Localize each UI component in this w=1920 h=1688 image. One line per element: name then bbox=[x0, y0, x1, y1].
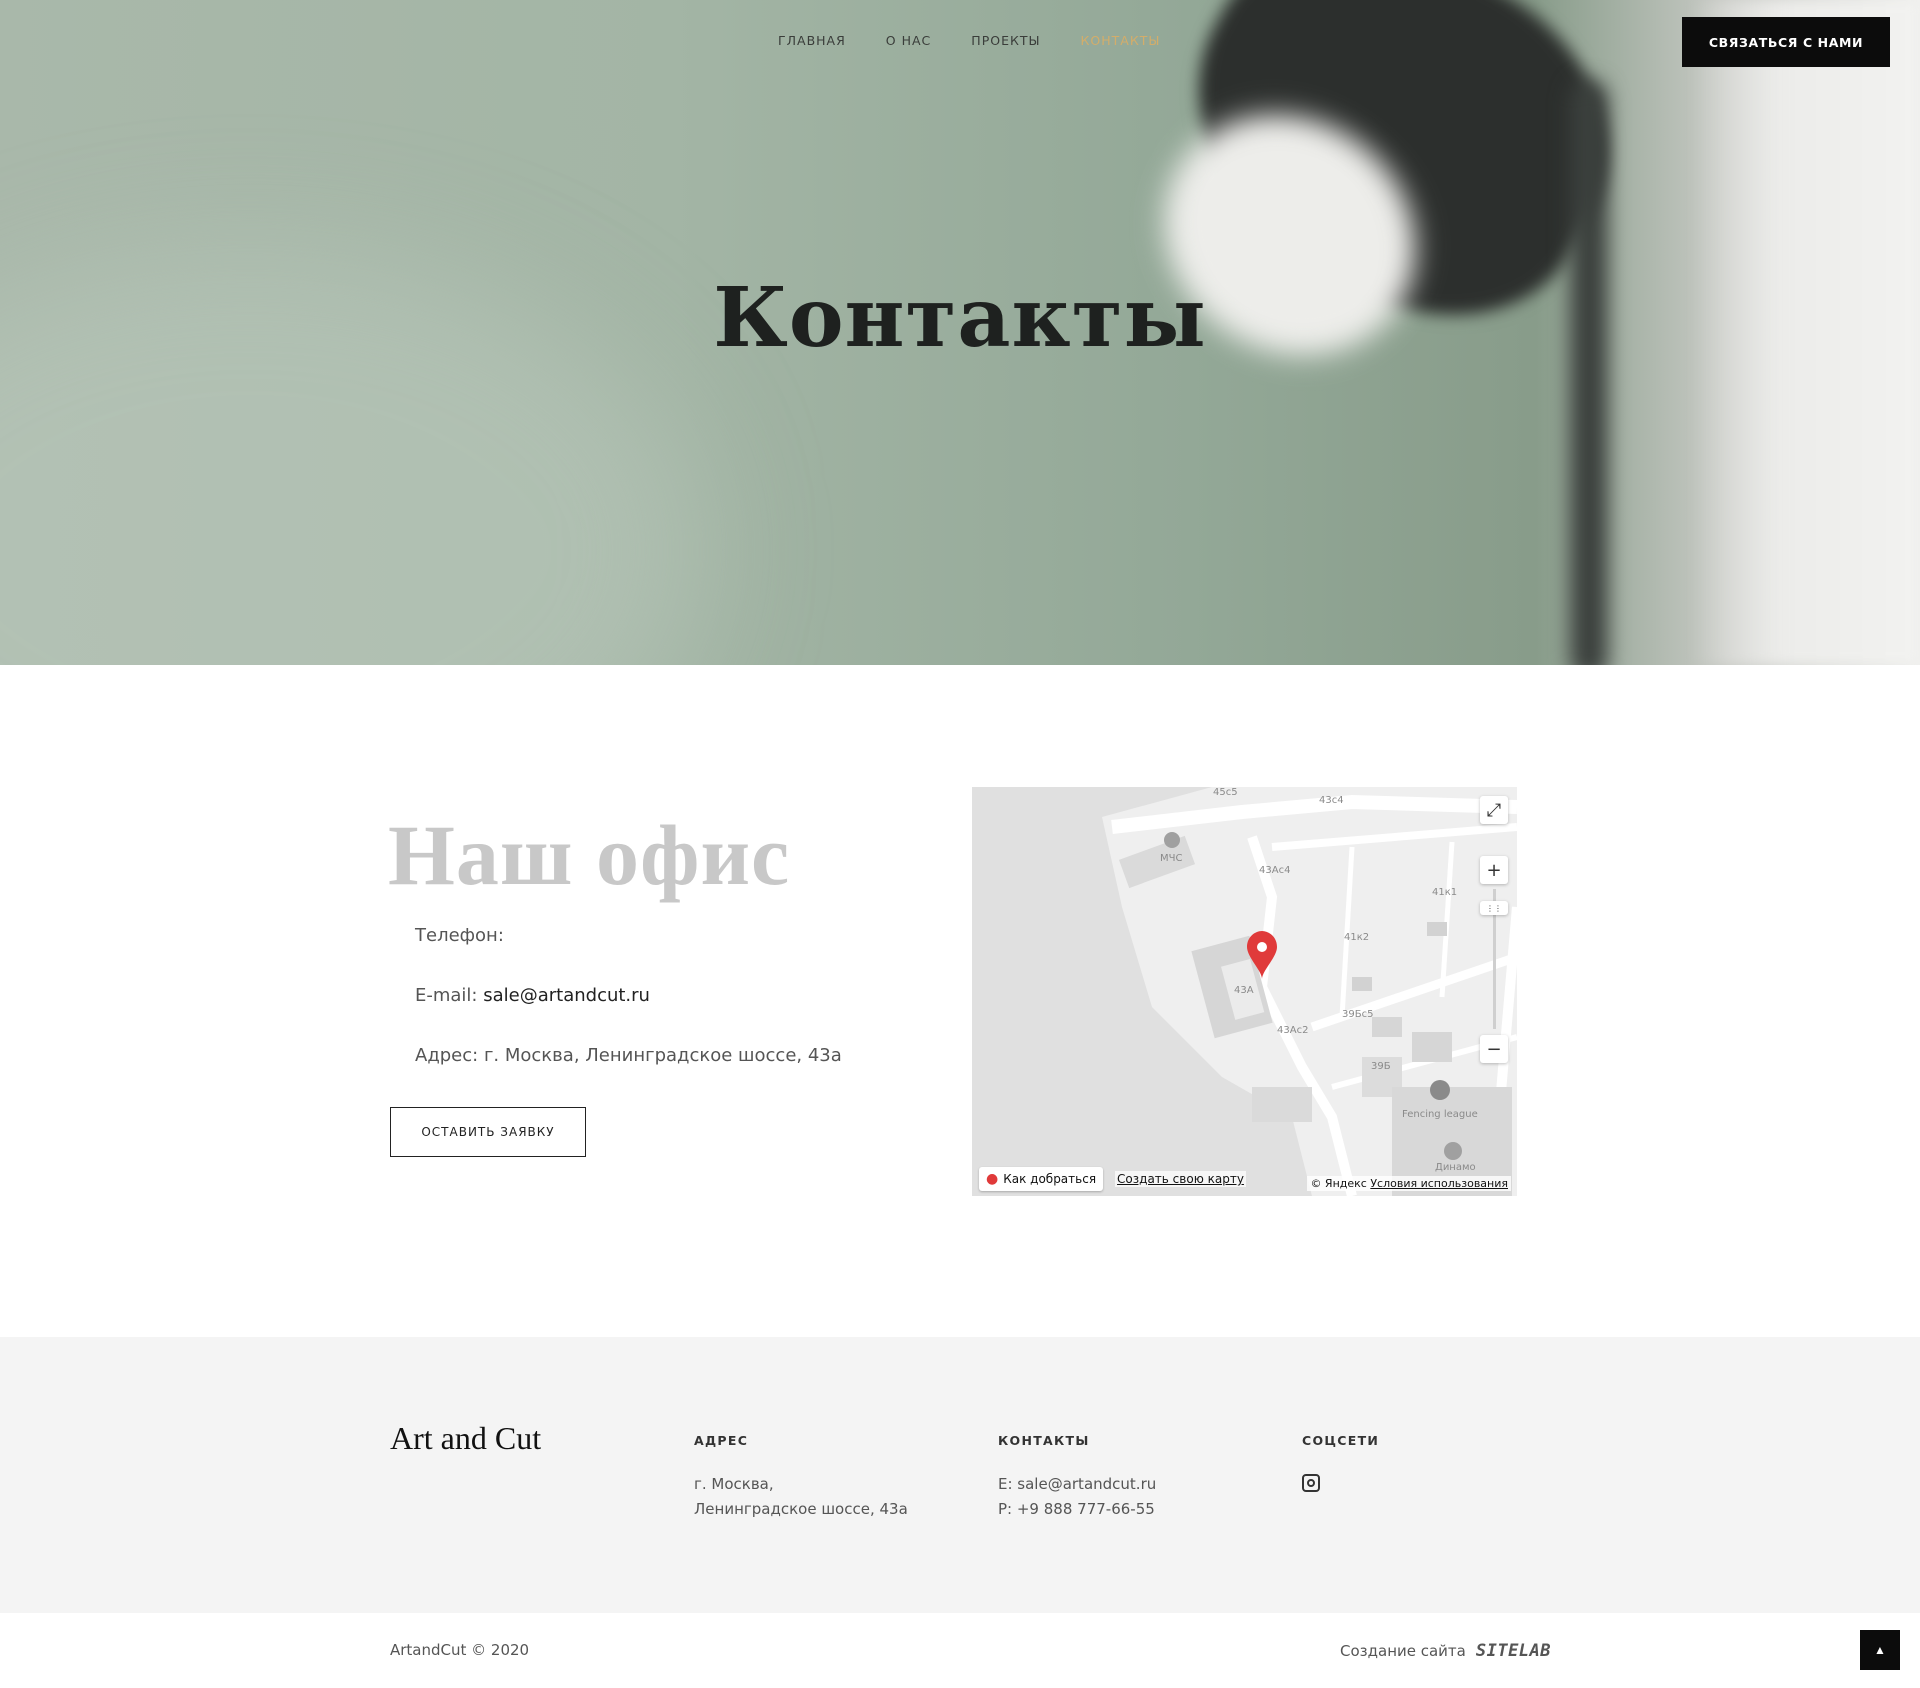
office-title: Наш офис bbox=[388, 807, 791, 903]
address-value: г. Москва, Ленинградское шоссе, 43а bbox=[483, 1045, 842, 1066]
leave-request-button[interactable]: ОСТАВИТЬ ЗАЯВКУ bbox=[390, 1107, 586, 1157]
yandex-map[interactable]: 45с5 43с4 МЧС 43Ас4 41к1 41к2 43А 39Бс5 … bbox=[972, 787, 1517, 1196]
email-link[interactable]: sale@artandcut.ru bbox=[483, 985, 650, 1006]
map-label-43ac2: 43Ас2 bbox=[1277, 1025, 1309, 1036]
address-label: Адрес: bbox=[415, 1045, 479, 1066]
map-label-mchs: МЧС bbox=[1160, 853, 1183, 864]
made-by-label: Создание сайта bbox=[1340, 1642, 1466, 1660]
sitelab-logo[interactable]: SITELAB bbox=[1476, 1641, 1551, 1661]
made-by: Создание сайта SITELAB bbox=[1340, 1641, 1551, 1661]
instagram-icon[interactable] bbox=[1302, 1474, 1320, 1492]
nav-item-projects[interactable]: ПРОЕКТЫ bbox=[971, 33, 1040, 49]
lamp-pole bbox=[1570, 80, 1608, 665]
zoom-out-icon[interactable]: − bbox=[1480, 1035, 1508, 1063]
footer: Art and Cut АДРЕС г. Москва, Ленинградск… bbox=[0, 1337, 1920, 1613]
footer-contacts-title: КОНТАКТЫ bbox=[998, 1433, 1090, 1448]
map-label-dinamo: Динамо bbox=[1435, 1162, 1476, 1173]
email-label: E-mail: bbox=[415, 985, 478, 1006]
contact-us-button[interactable]: СВЯЗАТЬСЯ С НАМИ bbox=[1682, 17, 1890, 67]
footer-address-title: АДРЕС bbox=[694, 1433, 749, 1448]
nav-item-about[interactable]: О НАС bbox=[886, 33, 932, 49]
fullscreen-icon[interactable]: ⤢ bbox=[1480, 796, 1508, 824]
nav-item-contacts[interactable]: КОНТАКТЫ bbox=[1081, 33, 1161, 49]
footer-address-line1: г. Москва, bbox=[694, 1475, 774, 1493]
map-label-39bc5: 39Бс5 bbox=[1342, 1009, 1374, 1020]
map-label-43c4: 43с4 bbox=[1319, 795, 1344, 806]
footer-contacts: E: sale@artandcut.ru P: +9 888 777-66-55 bbox=[998, 1472, 1156, 1522]
zoom-in-icon[interactable]: + bbox=[1480, 856, 1508, 884]
map-label-fencing: Fencing league bbox=[1402, 1109, 1478, 1120]
map-label-39b: 39Б bbox=[1371, 1061, 1391, 1072]
main-nav: ГЛАВНАЯ О НАС ПРОЕКТЫ КОНТАКТЫ bbox=[778, 33, 1200, 49]
footer-social-title: СОЦСЕТИ bbox=[1302, 1433, 1380, 1448]
chevron-up-icon: ▲ bbox=[1874, 1643, 1886, 1657]
email-line: E-mail: sale@artandcut.ru bbox=[415, 985, 650, 1006]
scroll-to-top-button[interactable]: ▲ bbox=[1860, 1630, 1900, 1670]
route-label: Как добраться bbox=[1003, 1172, 1097, 1186]
footer-address-line2: Ленинградское шоссе, 43а bbox=[694, 1500, 908, 1518]
map-label-43a: 43А bbox=[1234, 985, 1254, 996]
hero-banner: ГЛАВНАЯ О НАС ПРОЕКТЫ КОНТАКТЫ СВЯЗАТЬСЯ… bbox=[0, 0, 1920, 665]
create-map-link[interactable]: Создать свою карту bbox=[1115, 1171, 1246, 1187]
yandex-copyright: © Яндекс bbox=[1310, 1177, 1367, 1190]
footer-email[interactable]: E: sale@artandcut.ru bbox=[998, 1472, 1156, 1497]
phone-label: Телефон: bbox=[415, 925, 504, 946]
map-attribution: © Яндекс Условия использования bbox=[1307, 1176, 1511, 1191]
footer-logo[interactable]: Art and Cut bbox=[390, 1420, 541, 1457]
map-label-41k1: 41к1 bbox=[1432, 887, 1458, 898]
footer-phone[interactable]: P: +9 888 777-66-55 bbox=[998, 1497, 1156, 1522]
map-label-45c5: 45с5 bbox=[1213, 787, 1238, 798]
map-bottom-controls: ● Как добраться Создать свою карту bbox=[979, 1167, 1246, 1191]
zoom-slider-knob[interactable]: ⋮⋮ bbox=[1480, 901, 1508, 915]
copyright-text: ArtandCut © 2020 bbox=[390, 1641, 530, 1659]
address-line: Адрес: г. Москва, Ленинградское шоссе, 4… bbox=[415, 1045, 842, 1066]
phone-line: Телефон: bbox=[415, 925, 504, 946]
page-title: Контакты bbox=[713, 270, 1207, 366]
nav-item-home[interactable]: ГЛАВНАЯ bbox=[778, 33, 846, 49]
map-label-43ac4: 43Ас4 bbox=[1259, 865, 1291, 876]
terms-link[interactable]: Условия использования bbox=[1370, 1177, 1508, 1190]
route-button[interactable]: ● Как добраться bbox=[979, 1167, 1104, 1191]
map-label-41k2: 41к2 bbox=[1344, 932, 1370, 943]
route-pin-icon: ● bbox=[986, 1171, 999, 1187]
footer-address: г. Москва, Ленинградское шоссе, 43а bbox=[694, 1472, 908, 1522]
